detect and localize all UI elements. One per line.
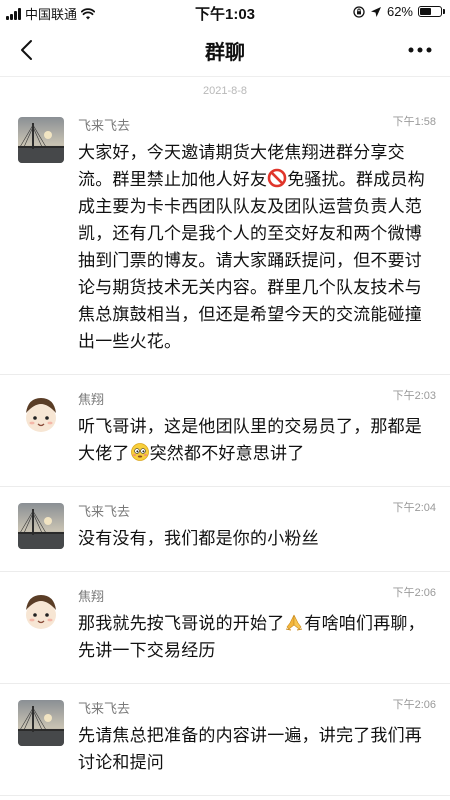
bridge-photo-avatar[interactable] xyxy=(18,503,64,549)
no-entry-icon xyxy=(267,168,287,188)
battery-fill xyxy=(420,8,431,15)
message-time: 下午2:04 xyxy=(392,502,436,514)
message-time: 下午2:03 xyxy=(392,390,436,402)
message-item[interactable]: 飞来飞去 下午2:06 先请焦总把准备的内容讲一遍，讲完了我们再讨论和提问 xyxy=(0,684,450,796)
message-item[interactable]: 焦翔 下午2:06 那我就先按飞哥说的开始了 有啥咱们再聊，先讲一下交易经历 xyxy=(0,572,450,684)
folded-hands-icon xyxy=(286,614,303,631)
message-list: 飞来飞去 下午1:58 大家好，今天邀请期货大佬焦翔进群分享交流。群里禁止加他人… xyxy=(0,101,450,796)
status-right: 62% xyxy=(353,4,445,19)
message-time: 下午1:58 xyxy=(392,116,436,128)
message-text: 没有没有，我们都是你的小粉丝 xyxy=(78,529,319,549)
bridge-photo-avatar[interactable] xyxy=(18,700,64,746)
message-text-part: 那我就先按飞哥说的开始了 xyxy=(78,614,285,634)
battery-icon xyxy=(418,6,445,17)
message-text-part: 突然都不好意思讲了 xyxy=(149,444,305,464)
sender-name: 焦翔 xyxy=(78,393,105,408)
message-text: 那我就先按飞哥说的开始了 有啥咱们再聊，先讲一下交易经历 xyxy=(78,611,436,665)
sender-name: 飞来飞去 xyxy=(78,119,131,134)
nav-bar: 群聊 xyxy=(0,24,450,77)
message-item[interactable]: 焦翔 下午2:03 听飞哥讲，这是他团队里的交易员了，那都是大佬了 突然都不好意思… xyxy=(0,375,450,487)
message-time: 下午2:06 xyxy=(392,699,436,711)
message-text-part: 免骚扰。群成员构成主要为卡卡西团队队友及团队运营负责人范凯，还有几个是我个人的至… xyxy=(78,170,425,352)
message-text: 大家好，今天邀请期货大佬焦翔进群分享交流。群里禁止加他人好友 免骚扰。群成员构成主… xyxy=(78,140,436,356)
sender-name: 飞来飞去 xyxy=(78,505,131,520)
page-title: 群聊 xyxy=(205,40,245,64)
sender-name: 焦翔 xyxy=(78,590,105,605)
sender-name: 飞来飞去 xyxy=(78,702,131,717)
more-dots-icon[interactable] xyxy=(406,40,434,60)
message-item[interactable]: 飞来飞去 下午2:04 没有没有，我们都是你的小粉丝 xyxy=(0,487,450,572)
embarrassed-face-icon xyxy=(130,443,149,461)
message-time: 下午2:06 xyxy=(392,587,436,599)
battery-percent: 62% xyxy=(386,4,413,19)
location-arrow-icon xyxy=(370,6,381,17)
cartoon-face-avatar[interactable] xyxy=(18,588,64,634)
date-separator: 2021-8-8 xyxy=(202,85,248,97)
message-item[interactable]: 飞来飞去 下午1:58 大家好，今天邀请期货大佬焦翔进群分享交流。群里禁止加他人… xyxy=(0,101,450,375)
message-text: 先请焦总把准备的内容讲一遍，讲完了我们再讨论和提问 xyxy=(78,726,422,773)
bridge-photo-avatar[interactable] xyxy=(18,117,64,163)
status-bar: 中国联通 下午1:03 62% xyxy=(0,0,450,24)
cartoon-face-avatar[interactable] xyxy=(18,391,64,437)
rotation-lock-icon xyxy=(353,5,365,18)
message-text: 听飞哥讲，这是他团队里的交易员了，那都是大佬了 突然都不好意思讲了 xyxy=(78,414,436,468)
